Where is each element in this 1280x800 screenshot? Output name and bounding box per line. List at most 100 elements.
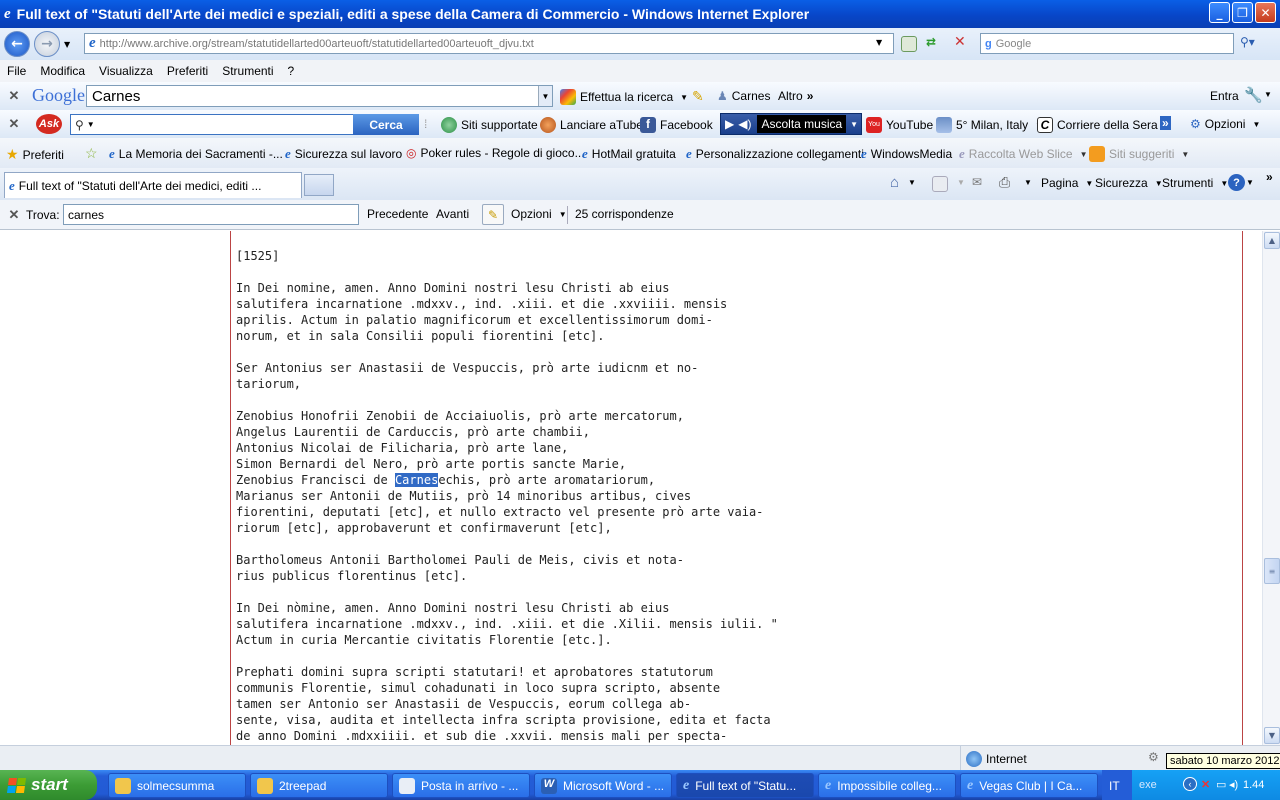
close-button[interactable]: ✕: [1255, 2, 1276, 23]
antivirus-icon[interactable]: ✕: [1201, 778, 1210, 791]
fav-poker-rules[interactable]: ◎ Poker rules - Regole di gioco...: [406, 146, 585, 160]
task-posta-in-arrivo[interactable]: Posta in arrivo - ...: [392, 773, 530, 798]
pagina-menu[interactable]: Pagina ▼: [1041, 176, 1093, 190]
clock[interactable]: 1.44: [1243, 779, 1264, 791]
menu-visualizza[interactable]: Visualizza: [92, 64, 160, 78]
tab-active[interactable]: e Full text of "Statuti dell'Arte dei me…: [4, 172, 302, 198]
refresh-icon[interactable]: ⇄: [926, 35, 936, 49]
home-icon[interactable]: ⌂: [890, 174, 899, 191]
find-next-button[interactable]: Avanti: [436, 207, 469, 221]
poker-icon: ◎: [406, 146, 417, 160]
system-tray: IT exe ‹ ✕ ▭ ◂) 1.44: [1102, 770, 1280, 800]
start-button[interactable]: start: [0, 770, 97, 800]
close-find-icon[interactable]: ✕: [4, 207, 24, 223]
print-icon[interactable]: ⎙: [999, 174, 1010, 191]
tray-expand-icon[interactable]: ‹: [1183, 777, 1197, 791]
search-go-icon[interactable]: ⚲▾: [1240, 35, 1255, 49]
minimize-button[interactable]: _: [1209, 2, 1230, 23]
youtube-button[interactable]: You YouTube: [866, 117, 933, 133]
security-zone[interactable]: Internet: [966, 751, 1027, 767]
mail-icon[interactable]: ✉: [972, 175, 982, 189]
find-options-button[interactable]: Opzioni ▼: [511, 207, 567, 221]
suggested-sites-icon: [1089, 146, 1105, 162]
strumenti-menu[interactable]: Strumenti ▼: [1162, 176, 1228, 190]
wrench-icon[interactable]: 🔧: [1244, 86, 1263, 104]
task-solmecsumma[interactable]: solmecsumma: [108, 773, 246, 798]
language-indicator[interactable]: IT: [1109, 779, 1120, 793]
window-title-bar[interactable]: e Full text of "Statuti dell'Arte dei me…: [0, 0, 1280, 28]
feeds-icon[interactable]: [932, 176, 948, 192]
task-microsoft-word[interactable]: W Microsoft Word - ...: [534, 773, 672, 798]
more-commands-icon[interactable]: »: [1266, 170, 1273, 184]
facebook-button[interactable]: f Facebook▼: [640, 117, 728, 133]
protected-mode-icon[interactable]: ⚙: [1148, 750, 1159, 764]
cerca-button[interactable]: Cerca: [353, 114, 419, 135]
preferiti-button[interactable]: ★ Preferiti: [6, 146, 64, 163]
network-icon[interactable]: ▭: [1216, 778, 1226, 791]
maximize-button[interactable]: ❐: [1232, 2, 1253, 23]
fav-sicurezza-lavoro[interactable]: e Sicurezza sul lavoro: [285, 146, 402, 162]
close-toolbar-icon[interactable]: ✕: [4, 88, 24, 104]
fav-siti-suggeriti[interactable]: Siti suggeriti ▼: [1089, 146, 1189, 162]
menu-preferiti[interactable]: Preferiti: [160, 64, 215, 78]
find-input[interactable]: carnes: [63, 204, 359, 225]
forward-button[interactable]: →: [34, 31, 60, 57]
vertical-scrollbar[interactable]: ▲ ≡ ▼: [1262, 231, 1280, 745]
fav-memoria-sacramenti[interactable]: e La Memoria dei Sacramenti -...: [109, 146, 283, 162]
task-impossibile-collegarsi[interactable]: e Impossibile colleg...: [818, 773, 956, 798]
gear-icon: ⚙: [1190, 117, 1201, 131]
scroll-down-arrow[interactable]: ▼: [1264, 727, 1280, 744]
close-ask-toolbar-icon[interactable]: ✕: [4, 116, 24, 132]
fav-raccolta-web-slice[interactable]: e Raccolta Web Slice ▼: [959, 146, 1088, 162]
compatibility-icon[interactable]: [901, 36, 917, 52]
new-tab-button[interactable]: [304, 174, 334, 196]
google-toolbar-search-input[interactable]: Carnes ▼: [86, 85, 553, 107]
corriere-button[interactable]: C Corriere della Sera▼: [1037, 117, 1173, 133]
term-carnes-button[interactable]: ♟ Carnes: [717, 89, 770, 103]
search-box[interactable]: g Google: [980, 33, 1234, 54]
query-dropdown-icon[interactable]: ▼: [538, 86, 552, 106]
fav-personalizzazione[interactable]: e Personalizzazione collegamenti: [686, 146, 864, 162]
sicurezza-menu[interactable]: Sicurezza ▼: [1095, 176, 1163, 190]
ascolta-musica-button[interactable]: ▶ ◀) Ascolta musica ▼: [720, 113, 862, 135]
facebook-icon: f: [640, 117, 656, 133]
task-vegas-club[interactable]: e Vegas Club | I Ca...: [960, 773, 1098, 798]
google-toolbar: ✕ Google Carnes ▼ Effettua la ricerca ▼ ✎…: [0, 82, 1280, 110]
ask-search-input[interactable]: ⚲ ▼: [70, 114, 354, 135]
weather-button[interactable]: 5° Milan, Italy▼: [936, 117, 1043, 133]
siti-supportate-button[interactable]: Siti supportate: [441, 117, 538, 133]
fav-windowsmedia[interactable]: e WindowsMedia: [861, 146, 952, 162]
date-tooltip: sabato 10 marzo 2012: [1166, 753, 1280, 769]
volume-tray-icon[interactable]: ◂): [1229, 778, 1238, 791]
menu-strumenti[interactable]: Strumenti: [215, 64, 280, 78]
effettua-ricerca-button[interactable]: Effettua la ricerca ▼: [560, 89, 688, 105]
address-dropdown-icon[interactable]: ▼: [876, 38, 882, 47]
menu-modifica[interactable]: Modifica: [33, 64, 92, 78]
highlight-matches-icon[interactable]: ✎: [482, 204, 504, 225]
windows-logo-icon: [6, 777, 27, 793]
address-field[interactable]: e http://www.archive.org/stream/statutid…: [84, 33, 894, 54]
help-icon[interactable]: ?: [1228, 174, 1245, 191]
more-chevron-icon[interactable]: »: [1160, 116, 1171, 130]
lanciare-atube-button[interactable]: Lanciare aTube: [540, 117, 643, 133]
scroll-thumb[interactable]: ≡: [1264, 558, 1280, 584]
task-2treepad[interactable]: 2treepad: [250, 773, 388, 798]
back-button[interactable]: ←: [4, 31, 30, 57]
tab-bar: e Full text of "Statuti dell'Arte dei me…: [0, 168, 1280, 200]
ask-logo: Ask: [36, 114, 62, 134]
altro-button[interactable]: Altro»: [778, 89, 813, 103]
page-content[interactable]: [1525] In Dei nomine, amen. Anno Domini …: [0, 231, 1262, 745]
find-previous-button[interactable]: Precedente: [367, 207, 428, 221]
opzioni-button[interactable]: ⚙ Opzioni ▼: [1190, 117, 1260, 131]
menu-file[interactable]: File: [0, 64, 33, 78]
scroll-up-arrow[interactable]: ▲: [1264, 232, 1280, 249]
highlight-pen-icon[interactable]: ✎: [692, 88, 704, 105]
url-text: http://www.archive.org/stream/statutidel…: [99, 37, 534, 50]
history-dropdown-icon[interactable]: ▼: [64, 40, 70, 49]
stop-icon[interactable]: ✕: [954, 34, 966, 50]
add-favorite-icon[interactable]: ☆: [85, 145, 98, 162]
fav-hotmail[interactable]: e HotMail gratuita: [582, 146, 676, 162]
task-full-text[interactable]: e Full text of "Statu...: [676, 773, 814, 798]
entra-button[interactable]: Entra: [1210, 89, 1239, 103]
menu-help[interactable]: ?: [281, 64, 302, 78]
